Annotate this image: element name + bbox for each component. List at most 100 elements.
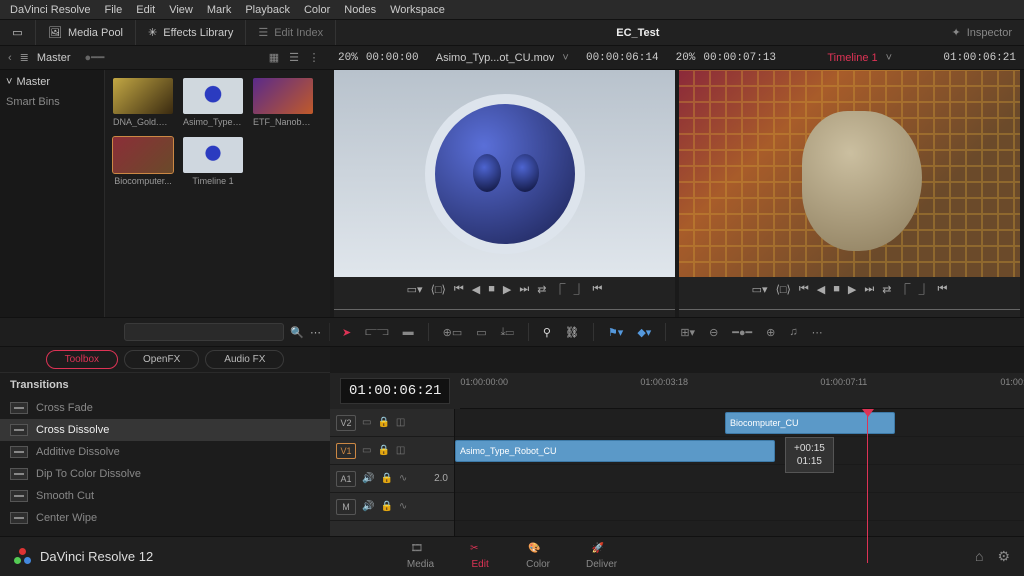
lock-icon[interactable]: 🔒 [380, 473, 392, 484]
rev-icon[interactable]: ◀ [472, 283, 480, 296]
timeline-timecode[interactable]: 01:00:06:21 [340, 378, 450, 404]
marker-icon[interactable]: ◆▾ [637, 326, 651, 339]
smart-bins[interactable]: Smart Bins [6, 96, 98, 108]
blade-tool-icon[interactable]: ▬ [403, 326, 414, 338]
loop-toggle-icon[interactable]: ⇄ [537, 283, 546, 296]
tab-edit-index[interactable]: ☰Edit Index [246, 20, 336, 45]
search-input[interactable] [124, 323, 284, 341]
track-header[interactable]: M 🔊 🔒 ∿ [330, 493, 454, 521]
tab-audiofx[interactable]: Audio FX [205, 350, 284, 369]
lock-icon[interactable]: 🔒 [380, 501, 392, 512]
track-row[interactable]: Biocomputer_CU [455, 409, 1024, 437]
loop-icon[interactable]: ▭▾ [752, 283, 768, 296]
menu-item[interactable]: File [105, 4, 123, 16]
mute-icon[interactable]: 🔊 [362, 473, 374, 484]
timeline-ruler[interactable]: 01:00:00:0001:00:03:1801:00:07:1101:00:1… [460, 373, 1024, 409]
curve-icon[interactable]: ∿ [399, 473, 407, 484]
master-bin[interactable]: ˅Master [6, 76, 98, 88]
flag-icon[interactable]: ⚑▾ [608, 326, 623, 339]
next-icon[interactable]: ⏭ [519, 283, 529, 296]
menu-item[interactable]: Color [304, 4, 330, 16]
in-icon[interactable]: ⎾ [899, 281, 910, 297]
timeline-name[interactable]: Timeline 1 [827, 52, 877, 64]
tab-inspector[interactable]: ✦Inspector [940, 26, 1024, 39]
menu-item[interactable]: Nodes [344, 4, 376, 16]
insert-icon[interactable]: ⊕▭ [443, 326, 463, 339]
track-name[interactable]: A1 [336, 471, 356, 487]
link-icon[interactable]: ⛓ [565, 326, 579, 339]
effect-item[interactable]: Cross Dissolve [0, 419, 330, 441]
stop-icon[interactable]: ■ [488, 283, 495, 295]
stop-icon[interactable]: ■ [833, 283, 840, 295]
source-zoom[interactable]: 20% [338, 52, 358, 64]
overwrite-icon[interactable]: ▭ [476, 326, 486, 339]
track-header[interactable]: V1▭🔒◫ [330, 437, 454, 465]
auto-icon[interactable]: ◫ [396, 445, 405, 456]
source-clip-name[interactable]: Asimo_Typ...ot_CU.mov [436, 52, 555, 64]
menu-item[interactable]: Edit [136, 4, 155, 16]
curve-icon[interactable]: ∿ [399, 501, 407, 512]
mute-icon[interactable]: 🔊 [362, 501, 374, 512]
back-icon[interactable]: ‹ [8, 52, 12, 64]
zoom-slider[interactable]: ━●━ [732, 326, 752, 339]
track-name[interactable]: M [336, 499, 356, 515]
tab-effects-library[interactable]: ✳Effects Library [136, 20, 246, 45]
effect-item[interactable]: Smooth Cut [0, 485, 330, 507]
playhead[interactable] [867, 409, 868, 563]
clip-thumbnail[interactable]: DNA_Gold.mov [113, 78, 173, 127]
replace-icon[interactable]: ⤓▭ [501, 326, 514, 339]
out-icon[interactable]: ⏌ [573, 281, 584, 297]
clip-thumbnail[interactable]: Biocomputer... [113, 137, 173, 186]
out-icon[interactable]: ⏌ [918, 281, 929, 297]
list-icon[interactable]: ≣ [20, 51, 29, 64]
play-icon[interactable]: ▶ [503, 283, 511, 296]
layout-icon[interactable]: ▭ [0, 20, 36, 45]
clip-thumbnail[interactable]: ETF_Nanobot... [253, 78, 313, 127]
zoom-out-icon[interactable]: ⊖ [709, 326, 718, 339]
slider-dot-icon[interactable]: ●━━ [85, 51, 105, 64]
lock-icon[interactable]: 🔒 [377, 417, 389, 428]
menu-item[interactable]: Playback [245, 4, 290, 16]
page-tab-media[interactable]: 🎞Media [407, 543, 434, 570]
page-tab-color[interactable]: 🎨Color [526, 543, 550, 570]
selection-tool-icon[interactable]: ➤ [342, 326, 351, 339]
goto-in-icon[interactable]: ⏮ [937, 283, 947, 296]
loop-toggle-icon[interactable]: ⇄ [882, 283, 891, 296]
view-options-icon[interactable]: ⊞▾ [680, 326, 695, 339]
effect-item[interactable]: Cross Fade [0, 397, 330, 419]
trim-tool-icon[interactable]: ⫍⫎ [365, 326, 388, 339]
menu-item[interactable]: Mark [207, 4, 231, 16]
goto-in-icon[interactable]: ⏮ [592, 283, 602, 296]
snap-icon[interactable]: ⚲ [543, 326, 551, 339]
enable-icon[interactable]: ▭ [362, 445, 371, 456]
tab-openfx[interactable]: OpenFX [124, 350, 199, 369]
effect-item[interactable]: Dip To Color Dissolve [0, 463, 330, 485]
options-icon[interactable]: ⋯ [310, 326, 321, 339]
tab-toolbox[interactable]: Toolbox [46, 350, 118, 369]
source-scrubber[interactable] [334, 301, 675, 317]
match-frame-icon[interactable]: ⟨□⟩ [431, 283, 446, 296]
view-more-icon[interactable]: ⋮ [306, 51, 322, 64]
next-icon[interactable]: ⏭ [864, 283, 874, 296]
menu-item[interactable]: View [169, 4, 193, 16]
auto-icon[interactable]: ◫ [396, 417, 405, 428]
timeline-scrubber[interactable] [679, 301, 1020, 317]
track-header[interactable]: A1🔊🔒∿2.0 [330, 465, 454, 493]
search-icon[interactable]: 🔍 [290, 326, 304, 339]
settings-icon[interactable]: ⚙ [997, 548, 1010, 565]
timeline-zoom[interactable]: 20% [676, 52, 696, 64]
prev-icon[interactable]: ⏮ [799, 283, 809, 296]
effect-item[interactable]: Center Wipe [0, 507, 330, 529]
timeline-screen[interactable] [679, 70, 1020, 277]
menu-item[interactable]: DaVinci Resolve [10, 4, 91, 16]
track-row[interactable] [455, 493, 1024, 521]
view-thumb-icon[interactable]: ▦ [266, 51, 282, 64]
lock-icon[interactable]: 🔒 [377, 445, 389, 456]
view-list-icon[interactable]: ☰ [286, 51, 302, 64]
track-name[interactable]: V2 [336, 415, 356, 431]
home-icon[interactable]: ⌂ [975, 548, 983, 565]
tab-media-pool[interactable]: 🖼Media Pool [36, 20, 136, 45]
zoom-in-icon[interactable]: ⊕ [766, 326, 775, 339]
clip-thumbnail[interactable]: Asimo_Type_... [183, 78, 243, 127]
menu-item[interactable]: Workspace [390, 4, 445, 16]
